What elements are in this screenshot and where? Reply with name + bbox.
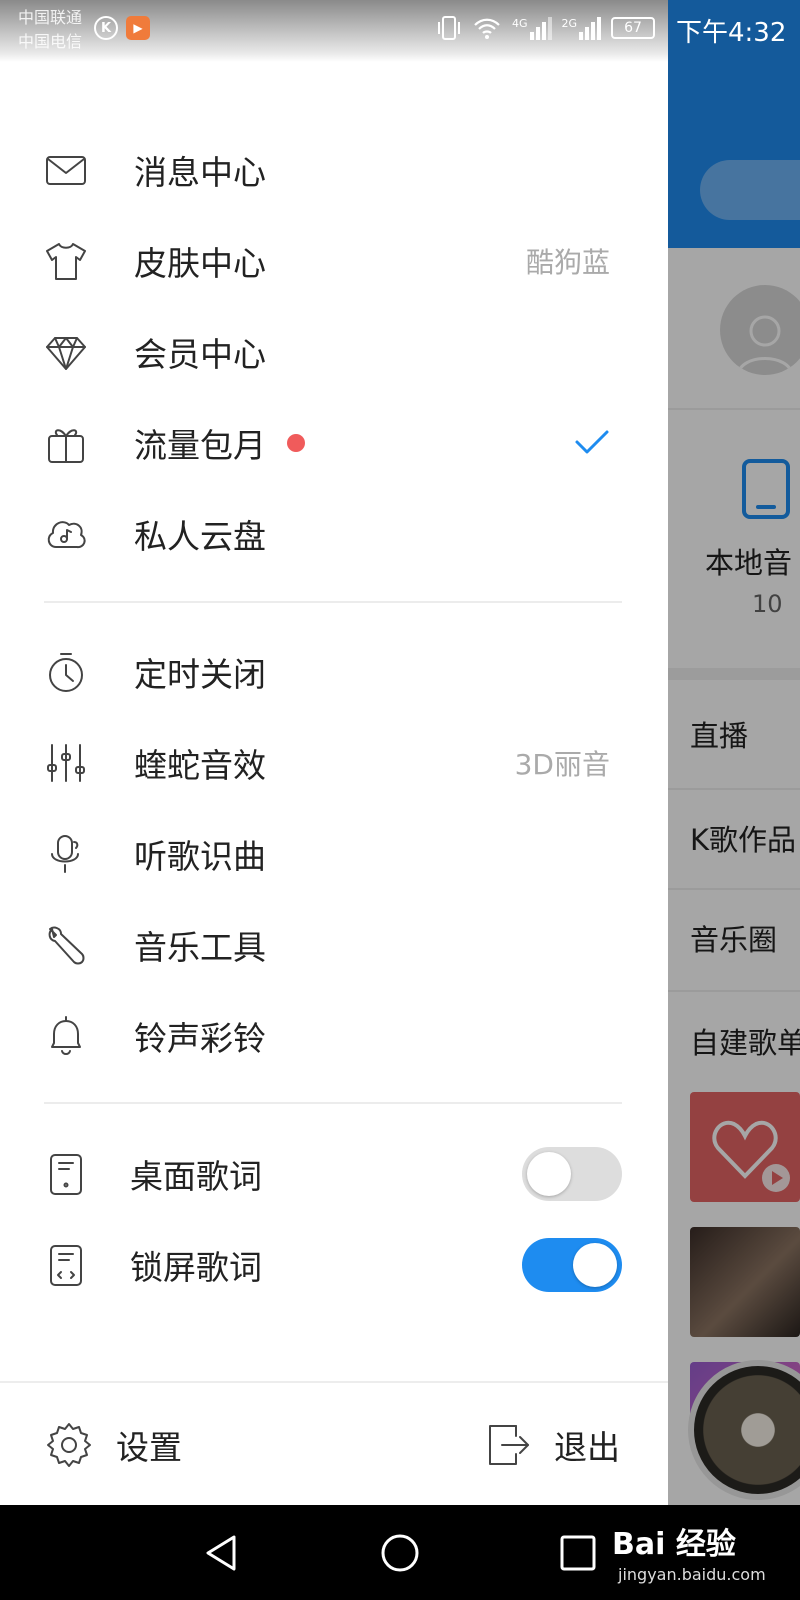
menu-label: 锁屏歌词 [130, 1248, 262, 1287]
side-drawer: 消息中心 皮肤中心 酷狗蓝 会员中心 流量包月 私人云盘 定时关闭 蝰蛇音效 3… [0, 0, 668, 1505]
carrier-info: 中国联通 中国电信 [18, 6, 82, 54]
lockscreen-lyrics-icon [44, 1243, 88, 1287]
signal-2-icon: 2G [561, 16, 602, 40]
home-button[interactable] [378, 1531, 422, 1575]
kugou-notification-icon: K [94, 16, 118, 40]
carrier-2: 中国电信 [18, 32, 83, 51]
menu-label: 铃声彩铃 [134, 1019, 266, 1058]
battery-icon: 67 [611, 17, 656, 39]
menu-label: 私人云盘 [134, 517, 266, 556]
menu-label: 蝰蛇音效 [134, 746, 266, 785]
menu-item-lockscreen-lyrics: 锁屏歌词 [0, 1225, 668, 1305]
network-type-1: 4G [512, 16, 528, 30]
footer-divider [0, 1381, 668, 1383]
vibrate-icon [438, 16, 460, 40]
menu-divider [44, 1102, 622, 1104]
back-triangle-icon [206, 1535, 236, 1571]
menu-label: 流量包月 [134, 426, 266, 465]
menu-label: 消息中心 [134, 153, 266, 192]
menu-label: 音乐工具 [134, 928, 266, 967]
checkmark-icon [575, 430, 609, 454]
baidu-watermark-url: jingyan.baidu.com [618, 1565, 766, 1584]
diamond-icon [44, 330, 88, 374]
notification-dot [287, 434, 305, 452]
envelope-icon [44, 148, 88, 192]
lockscreen-lyrics-toggle[interactable] [522, 1238, 622, 1292]
desktop-lyrics-toggle[interactable] [522, 1147, 622, 1201]
menu-label: 会员中心 [134, 335, 266, 374]
menu-item-music-tools[interactable]: 音乐工具 [0, 905, 668, 985]
toggle-knob [527, 1152, 571, 1196]
menu-item-cloud-disk[interactable]: 私人云盘 [0, 494, 668, 574]
recents-button[interactable] [556, 1531, 600, 1575]
menu-label: 皮肤中心 [134, 244, 266, 283]
equalizer-icon [44, 741, 88, 785]
current-skin-value: 酷狗蓝 [525, 246, 610, 279]
baidu-watermark: Bai 经验 [612, 1527, 736, 1562]
cloud-music-icon [44, 512, 88, 556]
home-circle-icon [381, 1534, 419, 1572]
menu-item-sleep-timer[interactable]: 定时关闭 [0, 632, 668, 712]
video-notification-icon: ▶ [126, 16, 150, 40]
clock: 下午4:32 [676, 18, 787, 48]
logout-label: 退出 [554, 1428, 620, 1467]
menu-label: 定时关闭 [134, 655, 266, 694]
menu-label: 听歌识曲 [134, 837, 266, 876]
menu-divider [44, 601, 622, 603]
menu-item-ringtones[interactable]: 铃声彩铃 [0, 996, 668, 1076]
back-button[interactable] [200, 1531, 244, 1575]
status-bar: 中国联通 中国电信 K ▶ 4G 2G 67 下午4:32 [0, 0, 800, 62]
tshirt-icon [44, 239, 88, 283]
network-type-2: 2G [561, 16, 578, 30]
menu-label: 桌面歌词 [130, 1157, 262, 1196]
system-icons: 4G 2G 67 [436, 14, 656, 42]
bell-icon [44, 1014, 88, 1058]
menu-item-message-center[interactable]: 消息中心 [0, 130, 668, 210]
logout-button[interactable]: 退出 [482, 1410, 620, 1480]
signal-1-icon: 4G [512, 16, 552, 40]
timer-icon [44, 650, 88, 694]
battery-level: 67 [624, 20, 642, 36]
gift-icon [44, 421, 88, 465]
wifi-icon [474, 18, 500, 39]
navigation-bar: Bai 经验 jingyan.baidu.com [0, 1505, 800, 1600]
menu-item-desktop-lyrics: 桌面歌词 [0, 1134, 668, 1214]
gear-icon [47, 1423, 91, 1467]
recents-square-icon [560, 1535, 596, 1571]
carrier-1: 中国联通 [18, 8, 83, 27]
menu-item-skin-center[interactable]: 皮肤中心 酷狗蓝 [0, 221, 668, 301]
microphone-icon [44, 832, 88, 876]
sound-effect-value: 3D丽音 [514, 748, 610, 781]
menu-item-song-recognition[interactable]: 听歌识曲 [0, 814, 668, 894]
settings-button[interactable]: 设置 [44, 1410, 182, 1480]
desktop-lyrics-icon [44, 1152, 88, 1196]
menu-item-data-plan[interactable]: 流量包月 [0, 403, 668, 483]
settings-label: 设置 [116, 1428, 182, 1467]
toggle-knob [573, 1243, 617, 1287]
menu-item-sound-effect[interactable]: 蝰蛇音效 3D丽音 [0, 723, 668, 803]
logout-icon [489, 1425, 529, 1465]
wrench-icon [44, 923, 88, 967]
menu-item-vip-center[interactable]: 会员中心 [0, 312, 668, 392]
